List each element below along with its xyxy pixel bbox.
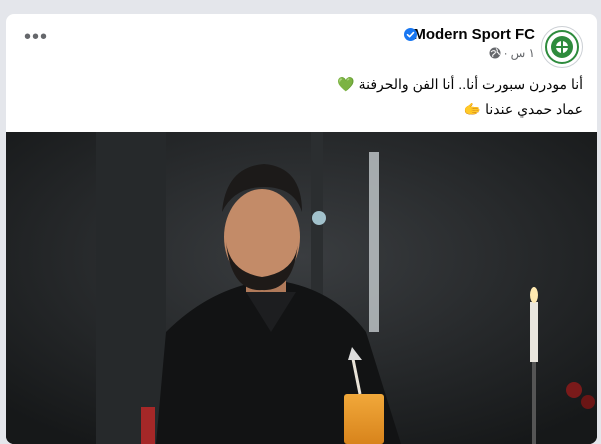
post-time[interactable]: ١ س — [511, 46, 535, 60]
globe-icon[interactable] — [489, 47, 501, 59]
post-meta: ١ س · — [489, 46, 535, 60]
page-name[interactable]: Modern Sport FC — [413, 26, 535, 43]
photo-image — [6, 132, 597, 444]
meta-separator: · — [503, 46, 508, 60]
page-avatar[interactable] — [541, 26, 583, 68]
post-card: Modern Sport FC ١ س · ••• أنا مودرن سبور… — [6, 14, 597, 444]
modern-sport-logo-icon — [545, 30, 579, 64]
verified-badge-icon — [404, 28, 417, 41]
post-photo[interactable] — [6, 132, 597, 444]
post-text-line-2: عماد حمدي عندنا 🫱 — [463, 101, 583, 117]
more-options-icon[interactable]: ••• — [24, 27, 48, 47]
post-text: أنا مودرن سبورت أنا.. أنا الفن والحرفنة … — [23, 74, 583, 124]
post-text-line-1: أنا مودرن سبورت أنا.. أنا الفن والحرفنة … — [337, 76, 583, 92]
post-header: Modern Sport FC ١ س · ••• — [6, 14, 597, 74]
